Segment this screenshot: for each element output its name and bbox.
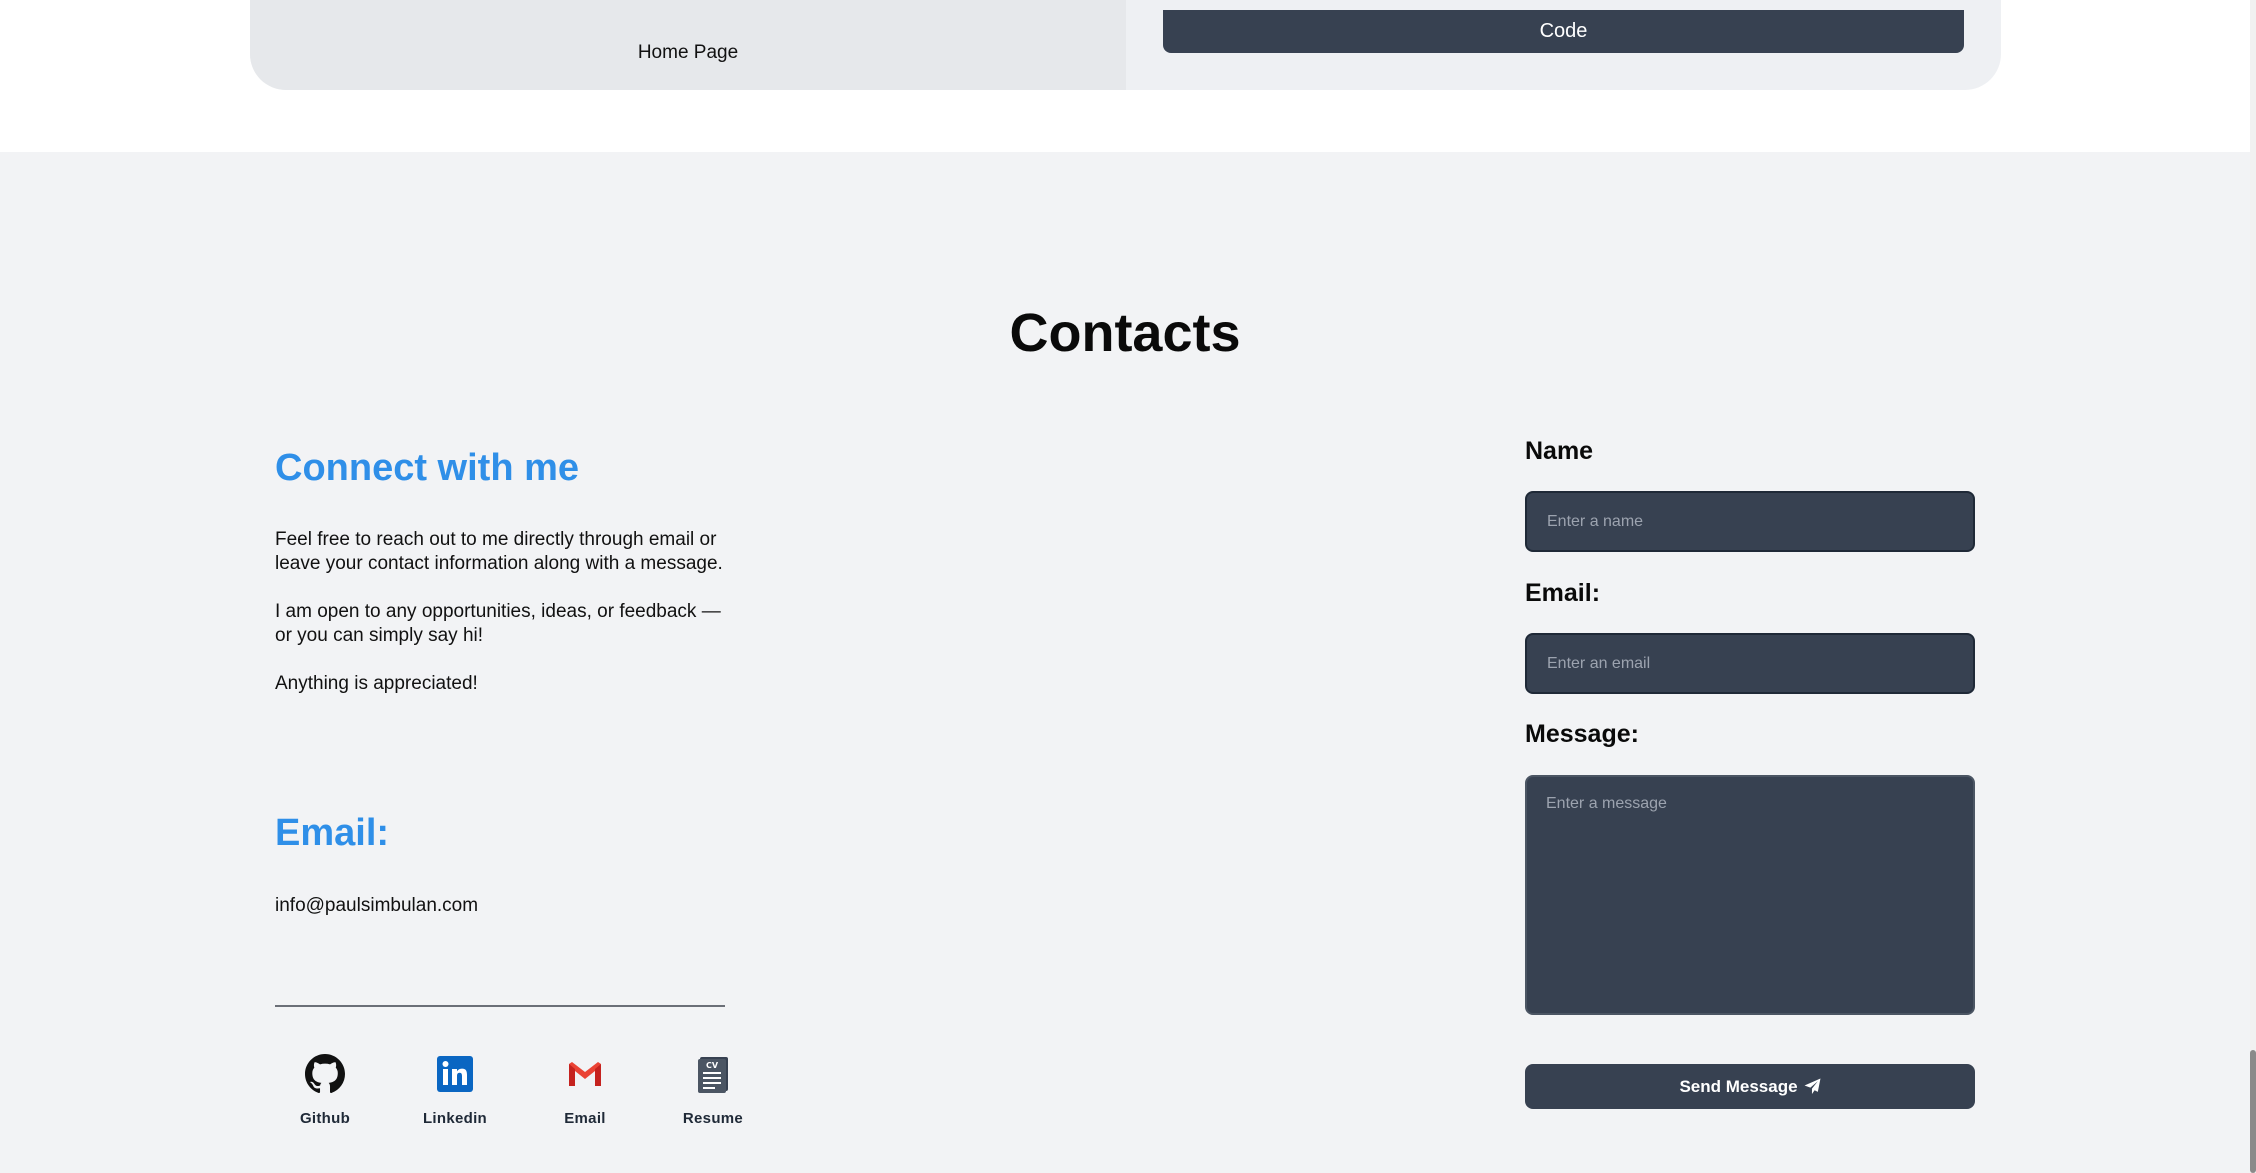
send-message-button[interactable]: Send Message [1525, 1064, 1975, 1109]
contacts-title: Contacts [1009, 303, 1241, 363]
code-button[interactable]: Code [1163, 10, 1964, 53]
project-preview[interactable]: Home Page [250, 0, 1126, 90]
linkedin-link[interactable]: Linkedin [405, 1054, 505, 1127]
email-label: Email [564, 1110, 606, 1127]
divider [275, 1005, 725, 1007]
connect-column: Connect with me Feel free to reach out t… [275, 447, 725, 696]
svg-text:CV: CV [706, 1061, 719, 1070]
page-scrollbar[interactable] [2250, 0, 2256, 1173]
page: Home Page Code Contacts Connect with me … [0, 0, 2256, 1173]
resume-link[interactable]: CV Resume [663, 1054, 763, 1127]
linkedin-icon [437, 1056, 473, 1092]
resume-label: Resume [682, 1110, 744, 1127]
opportunities-paragraph: I am open to any opportunities, ideas, o… [275, 601, 721, 646]
gmail-icon [569, 1062, 601, 1086]
github-label: Github [299, 1110, 351, 1127]
contacts-section: Contacts Connect with me Feel free to re… [0, 152, 2250, 1173]
github-icon [305, 1054, 345, 1094]
email-link[interactable]: Email [535, 1054, 635, 1127]
name-label: Name [1525, 437, 1594, 465]
social-links: Github Linkedin Email CV Resume [275, 1054, 743, 1144]
message-textarea[interactable]: Enter a message [1525, 775, 1975, 1015]
message-label: Message: [1525, 720, 1639, 748]
github-link[interactable]: Github [275, 1054, 375, 1127]
cv-icon: CV [698, 1057, 728, 1093]
appreciated-paragraph: Anything is appreciated! [275, 673, 478, 694]
scrollbar-thumb[interactable] [2250, 1050, 2256, 1173]
projects-section-bottom: Home Page Code [0, 0, 2250, 152]
intro-paragraph: Feel free to reach out to me directly th… [275, 529, 723, 574]
email-input[interactable]: Enter an email [1525, 633, 1975, 694]
connect-title: Connect with me [275, 447, 580, 489]
project-card: Home Page Code [250, 0, 2001, 90]
email-field-label: Email: [1525, 579, 1601, 607]
name-input[interactable]: Enter a name [1525, 491, 1975, 552]
email-address: info@paulsimbulan.com [275, 895, 479, 916]
project-preview-label: Home Page [637, 42, 739, 63]
email-heading: Email: [275, 812, 390, 854]
paper-plane-icon [1804, 1078, 1821, 1094]
send-message-label: Send Message [1679, 1076, 1798, 1096]
linkedin-label: Linkedin [422, 1110, 488, 1127]
